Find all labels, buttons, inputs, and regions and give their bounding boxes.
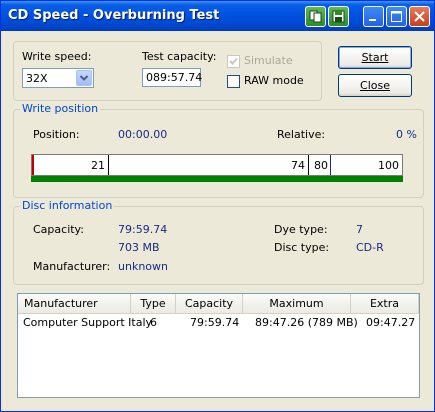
write-position-bar: 21 74 80 100 — [31, 154, 403, 176]
checkmark-icon — [229, 57, 238, 65]
chevron-down-icon[interactable] — [76, 70, 92, 86]
close-button-label: Close — [360, 79, 390, 92]
marker-label-2: 74 — [291, 159, 305, 172]
marker-tick-3 — [330, 155, 331, 175]
cell-manufacturer: Computer Support Italy — [23, 316, 153, 329]
cell-capacity: 79:59.74 — [190, 316, 240, 329]
overburning-test-window: CD Speed - Overburning Test Write speed:… — [0, 0, 435, 412]
manufacturer-value: unknown — [118, 260, 168, 273]
cell-type: 6 — [150, 316, 157, 329]
write-speed-value: 32X — [26, 72, 48, 85]
dye-type-value: 7 — [356, 223, 363, 236]
relative-value: 0 % — [396, 128, 417, 141]
copy-icon — [309, 10, 322, 23]
marker-tick-1 — [108, 155, 109, 175]
write-speed-select[interactable]: 32X — [22, 68, 94, 88]
progress-bar — [31, 176, 403, 182]
column-header-extra[interactable]: Extra — [351, 294, 419, 313]
write-speed-label: Write speed: — [22, 50, 92, 63]
column-header-capacity[interactable]: Capacity — [176, 294, 243, 313]
capacity-time: 79:59.74 — [118, 223, 168, 236]
close-icon — [414, 11, 425, 22]
cell-maximum: 89:47.26 (789 MB) — [255, 316, 358, 329]
column-header-type[interactable]: Type — [131, 294, 176, 313]
minimize-button[interactable] — [363, 6, 384, 27]
simulate-label: Simulate — [244, 54, 293, 67]
disc-type-label: Disc type: — [274, 241, 330, 254]
raw-mode-label: RAW mode — [244, 74, 304, 87]
position-indicator — [32, 155, 34, 175]
table-header: Manufacturer Type Capacity Maximum Extra — [18, 294, 419, 314]
start-button-label: Start — [361, 51, 389, 64]
start-button[interactable]: Start — [338, 46, 412, 69]
maximize-button[interactable] — [386, 6, 407, 27]
close-window-button[interactable] — [409, 6, 430, 27]
save-button[interactable] — [328, 6, 349, 27]
maximize-icon — [391, 11, 402, 22]
marker-tick-2 — [308, 155, 309, 175]
simulate-checkbox[interactable] — [227, 55, 240, 68]
position-value: 00:00.00 — [118, 128, 168, 141]
test-capacity-label: Test capacity: — [142, 50, 217, 63]
window-title: CD Speed - Overburning Test — [8, 8, 220, 23]
marker-label-3: 80 — [314, 159, 328, 172]
disc-type-value: CD-R — [356, 241, 384, 254]
column-header-manufacturer[interactable]: Manufacturer — [18, 294, 131, 313]
results-table[interactable]: Manufacturer Type Capacity Maximum Extra… — [17, 293, 420, 398]
capacity-size: 703 MB — [118, 241, 160, 254]
minimize-icon — [369, 19, 376, 21]
test-capacity-input[interactable]: 089:57.74 — [142, 68, 203, 87]
marker-label-4: 100 — [378, 159, 399, 172]
save-icon — [332, 10, 345, 23]
relative-label: Relative: — [277, 128, 326, 141]
capacity-label: Capacity: — [33, 223, 84, 236]
manufacturer-label: Manufacturer: — [33, 260, 111, 273]
close-button[interactable]: Close — [338, 74, 412, 97]
test-capacity-value: 089:57.74 — [146, 71, 203, 84]
dye-type-label: Dye type: — [274, 223, 328, 236]
title-bar[interactable]: CD Speed - Overburning Test — [1, 1, 434, 31]
raw-mode-checkbox[interactable] — [227, 75, 240, 88]
marker-label-1: 21 — [91, 159, 105, 172]
write-position-title: Write position — [20, 102, 101, 115]
cell-extra: 09:47.27 — [366, 316, 416, 329]
position-label: Position: — [33, 128, 80, 141]
column-header-maximum[interactable]: Maximum — [243, 294, 351, 313]
copy-button[interactable] — [305, 6, 326, 27]
disc-information-title: Disc information — [20, 199, 115, 212]
